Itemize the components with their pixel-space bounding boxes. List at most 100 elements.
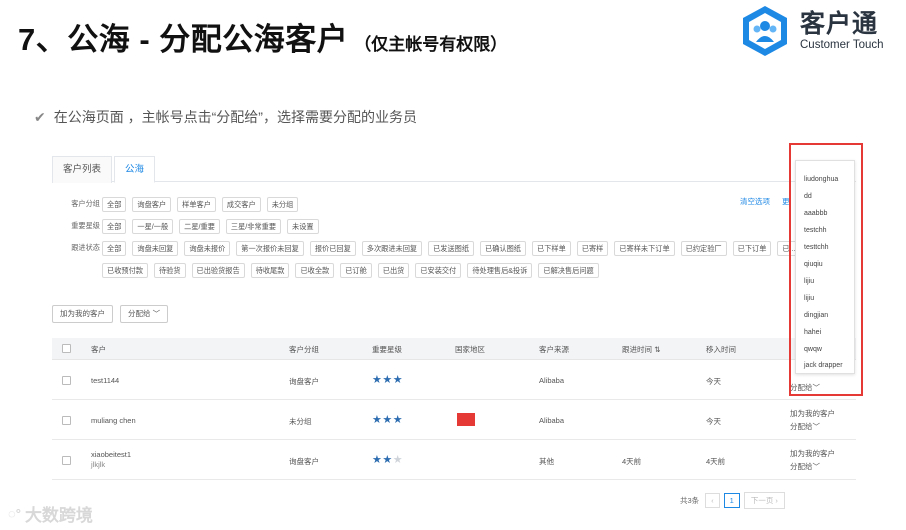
filter-chip[interactable]: 已发送图纸 xyxy=(428,240,475,256)
filter-star-row: 重要星级 全部 一星/一般 二星/重要 三星/非常重要 未设置 xyxy=(52,218,325,234)
add-to-mine-link[interactable]: 加为我的客户 xyxy=(790,408,835,419)
filter-chip[interactable]: 多次跟进未回复 xyxy=(361,240,423,256)
sea-panel: 客户列表 公海 客户分组 全部 询盘客户 样单客户 成交客户 未分组 清空选项 … xyxy=(52,152,856,512)
logo-cn: 客户通 xyxy=(800,10,879,38)
filter-chip[interactable]: 已下样单 xyxy=(532,240,571,256)
assign-link-label: 分配给 xyxy=(790,422,813,431)
assign-link[interactable]: 分配给﹀ xyxy=(790,461,820,472)
star-empty-icon: ★ xyxy=(392,454,404,466)
star-icon: ★ xyxy=(372,374,383,386)
filter-chip[interactable]: 已寄样 xyxy=(576,240,609,256)
moved-time: 4天前 xyxy=(706,457,726,466)
table-row: test1144 询盘客户 ★★★ Alibaba 今天 分配给﹀ xyxy=(52,360,856,400)
th-source: 客户来源 xyxy=(539,345,569,354)
chevron-down-icon: ﹀ xyxy=(812,422,821,431)
add-to-mine-button[interactable]: 加为我的客户 xyxy=(52,305,113,323)
chevron-down-icon: ﹀ xyxy=(812,462,821,471)
slide-title-sub: （仅主帐号有权限） xyxy=(354,35,508,54)
total-count: 共3条 xyxy=(680,496,700,505)
star-rating: ★★★ xyxy=(372,453,403,466)
customer-name[interactable]: muliang chen xyxy=(91,416,136,425)
sort-icon[interactable]: ⇅ xyxy=(654,345,660,354)
filter-chip[interactable]: 第一次报价未回复 xyxy=(236,240,304,256)
customer-name[interactable]: xiaobeitest1 xyxy=(91,450,131,459)
filter-chip[interactable]: 已订舱 xyxy=(340,262,372,278)
row-checkbox[interactable] xyxy=(62,456,71,465)
th-country: 国家地区 xyxy=(455,345,485,354)
star-icon: ★ xyxy=(382,454,393,466)
filter-chip[interactable]: 已出验货报告 xyxy=(191,262,245,278)
current-page[interactable]: 1 xyxy=(723,493,740,508)
filter-chip[interactable]: 全部 xyxy=(102,196,127,212)
th-follow-time[interactable]: 跟进时间 ⇅ xyxy=(622,344,660,355)
star-icon: ★ xyxy=(392,414,404,426)
row-checkbox[interactable] xyxy=(62,416,71,425)
filter-chip[interactable]: 未设置 xyxy=(287,218,319,234)
instruction: ✔ 在公海页面 ，主帐号点击“分配给”，选择需要分配的业务员 xyxy=(34,107,417,127)
filter-chip[interactable]: 已下订单 xyxy=(732,240,772,256)
customer-source: Alibaba xyxy=(539,376,565,385)
customer-group: 询盘客户 xyxy=(289,457,319,466)
filter-chip[interactable]: 三星/非常重要 xyxy=(225,218,282,234)
prev-page-icon[interactable]: ‹ xyxy=(705,493,720,508)
filter-chip[interactable]: 报价已回复 xyxy=(309,240,356,256)
filter-star-label: 重要星级 xyxy=(71,221,100,230)
filter-group-row: 客户分组 全部 询盘客户 样单客户 成交客户 未分组 xyxy=(52,196,304,212)
assign-button-label: 分配给 xyxy=(128,309,151,318)
filter-chip[interactable]: 未分组 xyxy=(266,196,299,212)
chevron-down-icon: ﹀ xyxy=(152,309,161,318)
filter-chip[interactable]: 已收全款 xyxy=(295,262,335,278)
tab-bar: 客户列表 公海 xyxy=(52,152,856,183)
filter-chip[interactable]: 待处理售后&投诉 xyxy=(467,262,533,278)
filter-status-row: 跟进状态 全部 询盘未回复 询盘未报价 第一次报价未回复 报价已回复 多次跟进未… xyxy=(52,240,856,256)
filter-chip[interactable]: 询盘客户 xyxy=(132,196,172,212)
tab-customer-list[interactable]: 客户列表 xyxy=(52,156,113,183)
customer-touch-logo-icon xyxy=(743,6,787,56)
th-star: 重要星级 xyxy=(372,345,402,354)
star-icon: ★ xyxy=(392,374,404,386)
table-row: xiaobeitest1 jlkjlk 询盘客户 ★★★ 其他 4天前 4天前 … xyxy=(52,440,856,480)
clear-filters-link[interactable]: 清空选项 xyxy=(740,196,770,207)
filter-chip[interactable]: 询盘未回复 xyxy=(132,240,179,256)
assign-link[interactable]: 分配给﹀ xyxy=(790,421,820,432)
filter-chip[interactable]: 全部 xyxy=(102,240,127,256)
next-page-button[interactable]: 下一页 › xyxy=(743,492,785,509)
filter-chip[interactable]: 一星/一般 xyxy=(132,218,174,234)
th-group: 客户分组 xyxy=(289,345,319,354)
row-checkbox[interactable] xyxy=(62,376,71,385)
customer-name[interactable]: test1144 xyxy=(91,376,119,385)
filter-chip[interactable]: 待收尾款 xyxy=(250,262,290,278)
moved-time: 今天 xyxy=(706,417,721,426)
filter-chip[interactable]: 成交客户 xyxy=(221,196,261,212)
select-all-checkbox[interactable] xyxy=(62,344,71,353)
slide-title-main: 7、公海 - 分配公海客户 xyxy=(18,22,349,57)
moved-time: 今天 xyxy=(706,377,721,386)
star-rating: ★★★ xyxy=(372,413,403,426)
customer-source: Alibaba xyxy=(539,416,565,425)
watermark-text: 大数跨境 xyxy=(24,506,93,525)
filter-chip[interactable]: 询盘未报价 xyxy=(184,240,231,256)
assign-dropdown-button[interactable]: 分配给 ﹀ xyxy=(120,305,169,323)
add-to-mine-link[interactable]: 加为我的客户 xyxy=(790,448,835,459)
filter-chip[interactable]: 二星/重要 xyxy=(179,218,220,234)
filter-chip[interactable]: 已寄样未下订单 xyxy=(614,240,675,256)
logo: 客户通 Customer Touch xyxy=(738,4,884,58)
filter-chip[interactable]: 样单客户 xyxy=(177,196,216,212)
star-icon: ★ xyxy=(382,374,393,386)
tab-public-sea[interactable]: 公海 xyxy=(114,156,156,183)
watermark-logo-icon: ◌° xyxy=(8,506,21,521)
filter-chip[interactable]: 已解决售后问题 xyxy=(538,262,599,278)
filter-chip[interactable]: 已确认图纸 xyxy=(480,240,526,256)
pagination: 共3条 ‹ 1 下一页 › xyxy=(680,492,785,509)
filter-chip[interactable]: 已出货 xyxy=(377,262,410,278)
filter-status-label: 跟进状态 xyxy=(71,243,100,252)
filter-chip[interactable]: 已约定验厂 xyxy=(680,240,727,256)
filter-chip[interactable]: 已安装交付 xyxy=(415,262,462,278)
filter-chip[interactable]: 待验货 xyxy=(153,262,186,278)
table-row: muliang chen 未分组 ★★★ Alibaba 今天 加为我的客户 分… xyxy=(52,400,856,440)
th-customer: 客户 xyxy=(91,345,106,354)
follow-time: 4天前 xyxy=(622,457,642,466)
filter-chip[interactable]: 已收预付款 xyxy=(102,262,148,278)
filter-chip[interactable]: 全部 xyxy=(102,218,127,234)
th-follow-time-label: 跟进时间 xyxy=(622,345,652,354)
